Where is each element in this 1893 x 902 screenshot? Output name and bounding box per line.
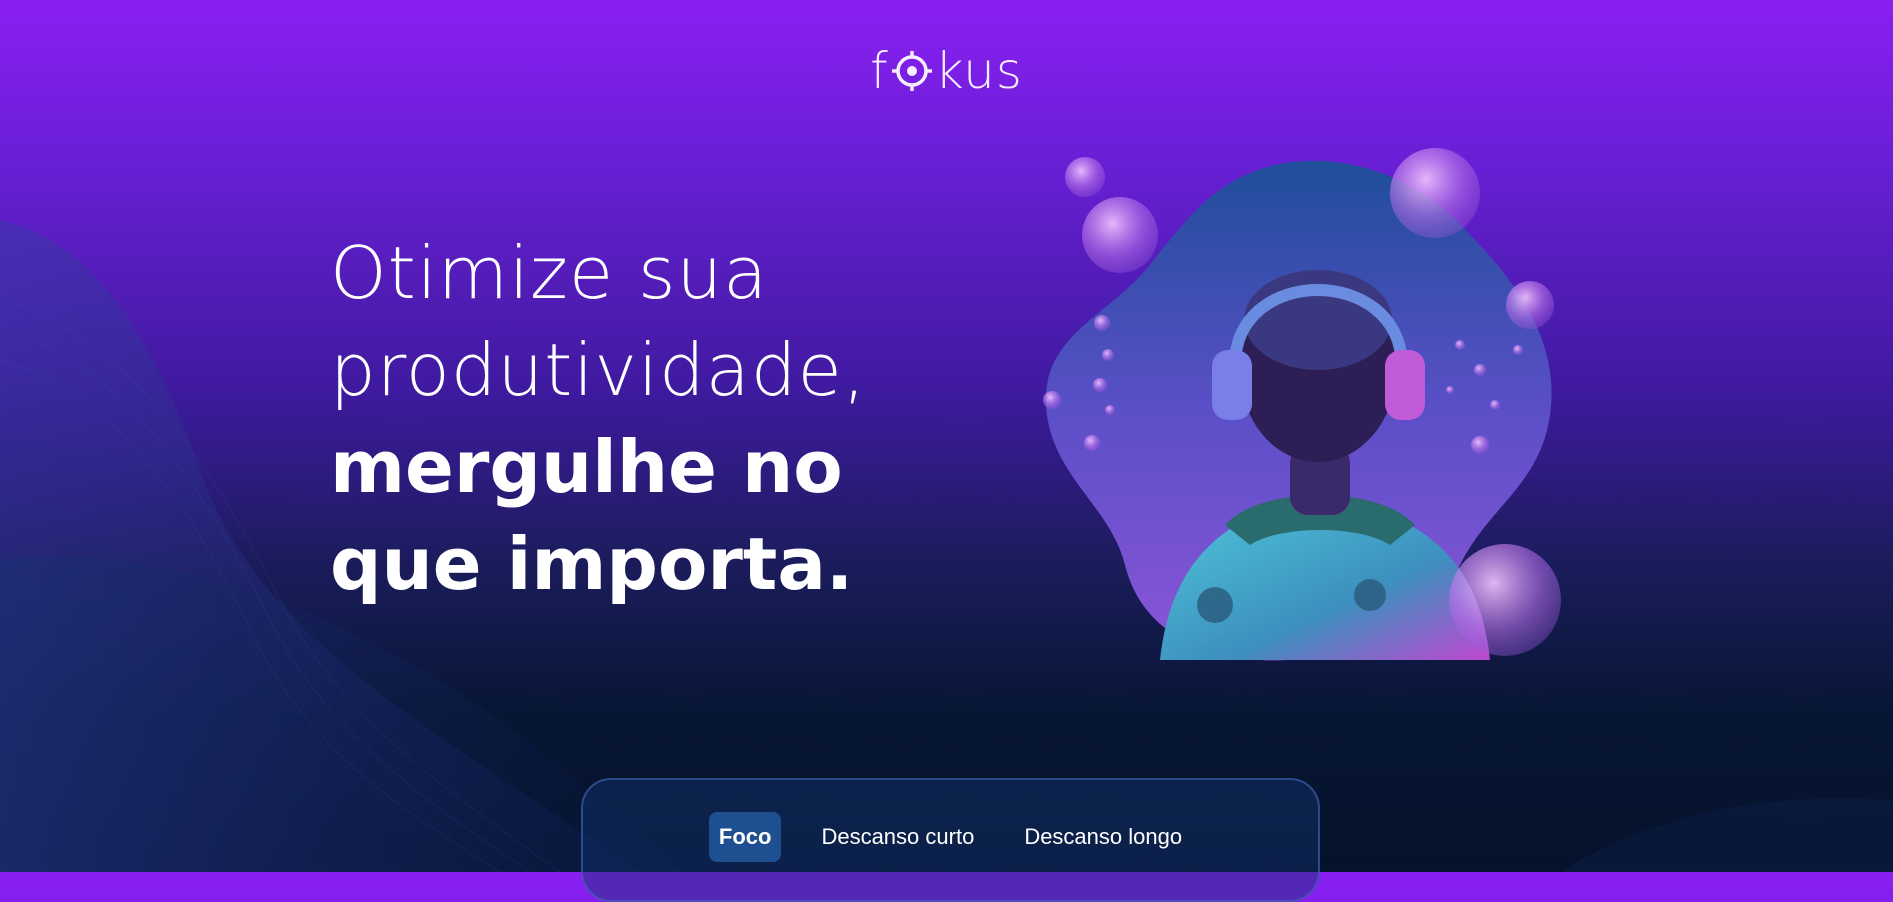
tab-descanso-curto[interactable]: Descanso curto bbox=[811, 812, 984, 862]
tab-descanso-longo[interactable]: Descanso longo bbox=[1014, 812, 1192, 862]
background-waves bbox=[0, 220, 1893, 872]
target-icon bbox=[891, 51, 932, 91]
logo-text-start: f bbox=[870, 42, 889, 100]
headline-line-4: que importa. bbox=[330, 522, 854, 606]
timer-mode-tabs: Foco Descanso curto Descanso longo bbox=[583, 812, 1318, 862]
logo-text-end: kus bbox=[934, 42, 1023, 100]
timer-card: Foco Descanso curto Descanso longo bbox=[581, 778, 1320, 902]
logo[interactable]: f kus bbox=[0, 42, 1893, 100]
headline-line-2: produtividade, bbox=[330, 328, 867, 412]
person-with-headphones-illustration bbox=[1043, 148, 1561, 661]
headline-line-1: Otimize sua bbox=[330, 231, 769, 315]
hero-headline: Otimize sua produtividade, mergulhe no q… bbox=[330, 225, 867, 613]
headline-line-3: mergulhe no bbox=[330, 425, 843, 509]
tab-foco[interactable]: Foco bbox=[708, 812, 782, 862]
